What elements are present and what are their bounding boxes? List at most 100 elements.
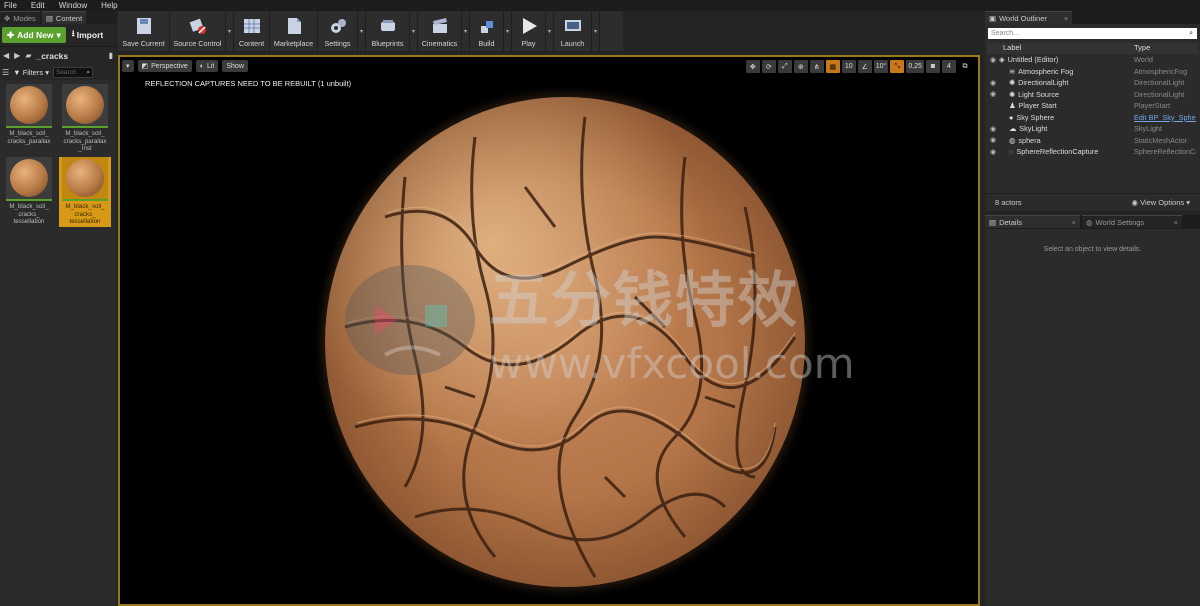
- blueprints-button[interactable]: Blueprints: [366, 11, 410, 51]
- asset-tile[interactable]: M_black_soil_ cracks_parallax: [3, 84, 55, 154]
- settings-button[interactable]: Settings: [318, 11, 358, 51]
- fog-icon: ≋: [1009, 66, 1016, 76]
- visibility-eye-icon[interactable]: ◉: [987, 125, 999, 133]
- scale-snap-value[interactable]: 0,25: [906, 60, 924, 73]
- close-icon[interactable]: ×: [1072, 218, 1076, 227]
- menu-window[interactable]: Window: [59, 1, 87, 10]
- cinematics-dropdown[interactable]: ▾: [462, 11, 470, 51]
- translate-icon[interactable]: ✥: [745, 60, 760, 73]
- back-arrow-icon[interactable]: ◀: [3, 51, 9, 60]
- asset-thumbnail: [62, 84, 108, 128]
- tab-world-outliner-label: World Outliner: [999, 13, 1047, 23]
- chevron-down-icon: ▾: [56, 29, 61, 40]
- outliner-row[interactable]: ◉ ◌ SphereReflectionCapture SphereReflectio…: [987, 146, 1198, 158]
- cinematics-button[interactable]: Cinematics: [418, 11, 462, 51]
- camera-speed-value[interactable]: 4: [942, 60, 956, 73]
- settings-dropdown[interactable]: ▾: [358, 11, 366, 51]
- visibility-eye-icon[interactable]: ◉: [987, 90, 999, 98]
- world-space-icon[interactable]: ⊕: [793, 60, 808, 73]
- viewport-options-button[interactable]: ▾: [122, 60, 134, 72]
- outliner-footer: 8 actors ◉ View Options ▾: [985, 193, 1200, 211]
- import-button[interactable]: ⭳ Import: [72, 28, 103, 42]
- surface-snap-icon[interactable]: ⋔: [809, 60, 824, 73]
- play-dropdown[interactable]: ▾: [546, 11, 554, 51]
- outliner-row[interactable]: ♟ Player Start PlayerStart: [987, 100, 1198, 112]
- breadcrumb-folder[interactable]: _cracks: [36, 51, 68, 61]
- asset-grid: M_black_soil_ cracks_parallax M_black_so…: [0, 80, 116, 231]
- launch-dropdown[interactable]: ▾: [592, 11, 600, 51]
- show-button[interactable]: Show: [222, 60, 248, 72]
- col-type-header[interactable]: Type: [1134, 43, 1150, 54]
- outliner-row[interactable]: ◉ ✺ Light Source DirectionalLight: [987, 89, 1198, 101]
- row-type: StaticMeshActor: [1134, 135, 1188, 145]
- play-button[interactable]: Play: [512, 11, 546, 51]
- maximize-viewport-icon[interactable]: ⧉: [958, 60, 972, 73]
- rotation-snap-value[interactable]: 10°: [873, 60, 889, 73]
- outliner-row[interactable]: ◉ ◈ Untitled (Editor) World: [987, 54, 1198, 66]
- launch-button[interactable]: Launch: [554, 11, 592, 51]
- blueprint-icon: [379, 17, 397, 35]
- tab-world-settings-label: World Settings: [1095, 217, 1145, 227]
- source-control-button[interactable]: Source Control: [170, 11, 226, 51]
- visibility-eye-icon[interactable]: ◉: [987, 148, 999, 156]
- outliner-row[interactable]: ◉ ☁ SkyLight SkyLight: [987, 123, 1198, 135]
- tab-content[interactable]: ▤ Content: [41, 11, 87, 24]
- menu-edit[interactable]: Edit: [31, 1, 45, 10]
- content-button[interactable]: Content: [234, 11, 270, 51]
- outliner-row[interactable]: ● Sky Sphere Edit BP_Sky_Sphere: [987, 112, 1198, 124]
- level-viewport[interactable]: ▾ ◩ Perspective ◐ Lit Show ✥ ⟳ ⤢ ⊕ ⋔ ▦ 10 …: [118, 55, 980, 606]
- actor-count: 8 actors: [995, 198, 1022, 207]
- blueprints-dropdown[interactable]: ▾: [410, 11, 418, 51]
- grid-size-value[interactable]: 10: [841, 60, 856, 73]
- grid-snap-icon[interactable]: ▦: [825, 60, 840, 73]
- marketplace-label: Marketplace: [273, 39, 314, 48]
- visibility-eye-icon[interactable]: ◉: [987, 79, 999, 87]
- scale-icon[interactable]: ⤢: [777, 60, 792, 73]
- outliner-row[interactable]: ◉ ✺ DirectionalLight DirectionalLight: [987, 77, 1198, 89]
- visibility-eye-icon[interactable]: ◉: [987, 136, 999, 144]
- world-outliner-panel: ▣ World Outliner × Search... ⌕ Label Typ…: [985, 11, 1200, 211]
- marketplace-button[interactable]: Marketplace: [270, 11, 318, 51]
- rotate-icon[interactable]: ⟳: [761, 60, 776, 73]
- filters-button[interactable]: ▼ Filters ▾: [13, 68, 49, 77]
- save-current-button[interactable]: Save Current: [118, 11, 170, 51]
- sources-toggle-icon[interactable]: ☰: [2, 68, 9, 77]
- asset-search-input[interactable]: Search ⌕: [52, 66, 93, 78]
- outliner-search-input[interactable]: Search... ⌕: [988, 28, 1197, 39]
- row-label: Untitled (Editor): [1007, 55, 1059, 65]
- outliner-row[interactable]: ≋ Atmospheric Fog AtmosphericFog: [987, 66, 1198, 78]
- add-new-button[interactable]: ✚ Add New ▾: [2, 27, 66, 43]
- viewport-left-controls: ▾ ◩ Perspective ◐ Lit Show: [122, 60, 248, 72]
- menu-help[interactable]: Help: [101, 1, 117, 10]
- view-options-button[interactable]: ◉ View Options ▾: [1131, 198, 1190, 207]
- edit-blueprint-link[interactable]: Edit BP_Sky_Sphere: [1134, 113, 1196, 122]
- visibility-eye-icon[interactable]: ◉: [987, 56, 999, 64]
- filters-label: Filters: [22, 67, 44, 77]
- perspective-button[interactable]: ◩ Perspective: [137, 60, 192, 72]
- col-label-header[interactable]: Label: [987, 43, 1134, 54]
- source-control-icon: [189, 17, 207, 35]
- source-control-dropdown[interactable]: ▾: [226, 11, 234, 51]
- forward-arrow-icon[interactable]: ▶: [14, 51, 20, 60]
- asset-tile-selected[interactable]: M_black_soil_ cracks_ tessellation: [59, 157, 111, 227]
- close-icon[interactable]: ×: [1064, 14, 1068, 23]
- tab-details-label: Details: [999, 217, 1023, 227]
- rotation-snap-icon[interactable]: ∠: [857, 60, 872, 73]
- lit-icon: ◐: [199, 62, 204, 70]
- tab-details[interactable]: ▤ Details ×: [985, 215, 1080, 228]
- scale-snap-icon[interactable]: ⤡: [890, 60, 905, 73]
- tab-modes[interactable]: ✥ Modes: [0, 11, 40, 24]
- outliner-row[interactable]: ◉ ◍ sphera StaticMeshActor: [987, 135, 1198, 147]
- left-tabs: ✥ Modes ▤ Content: [0, 11, 116, 24]
- camera-speed-icon[interactable]: ◙: [926, 60, 940, 73]
- asset-tile[interactable]: M_black_soil_ cracks_parallax _Inst: [59, 84, 111, 154]
- close-icon[interactable]: ×: [1174, 218, 1178, 227]
- asset-tile[interactable]: M_black_soil_ cracks_ tessellation: [3, 157, 55, 227]
- lock-icon[interactable]: ▮: [109, 51, 113, 60]
- lit-button[interactable]: ◐ Lit: [195, 60, 219, 72]
- build-button[interactable]: Build: [470, 11, 504, 51]
- tab-world-outliner[interactable]: ▣ World Outliner ×: [985, 11, 1073, 24]
- tab-world-settings[interactable]: ◍ World Settings ×: [1082, 215, 1182, 228]
- build-dropdown[interactable]: ▾: [504, 11, 512, 51]
- menu-file[interactable]: File: [4, 1, 17, 10]
